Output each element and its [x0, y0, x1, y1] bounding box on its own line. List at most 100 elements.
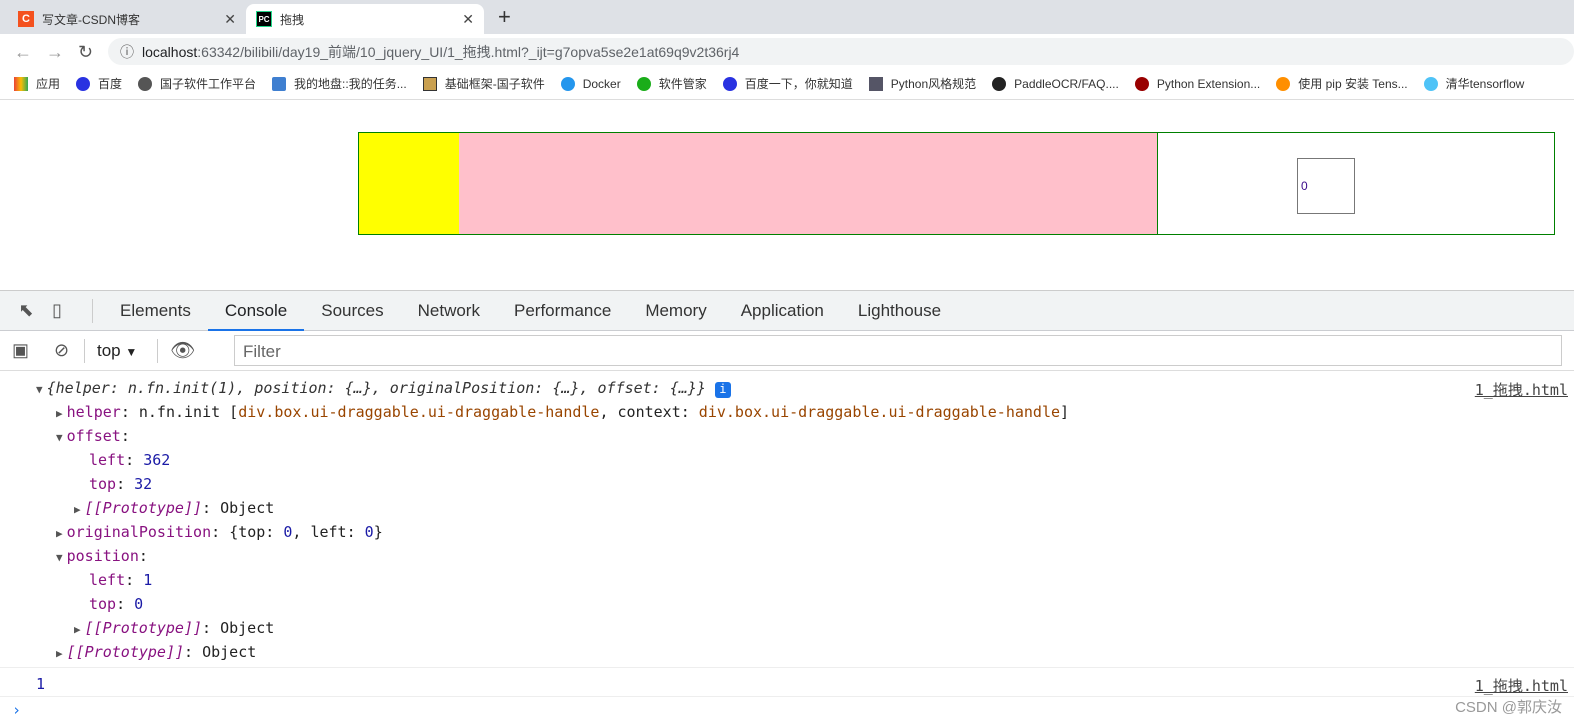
close-icon[interactable]: ✕	[462, 11, 474, 28]
offset-property[interactable]: ▼ offset:	[56, 427, 130, 445]
device-toolbar-icon[interactable]: ▯	[52, 300, 92, 321]
book-icon	[868, 76, 883, 91]
bookmark-label: PaddleOCR/FAQ....	[1014, 76, 1119, 91]
offset-top: top: 32	[89, 475, 153, 493]
position-left: left: 1	[89, 571, 153, 589]
apps-icon	[14, 76, 28, 91]
selector: div.box.ui-draggable.ui-draggable-handle	[698, 403, 1061, 421]
source-link[interactable]: 1_拖拽.html	[1475, 379, 1568, 400]
tab-elements[interactable]: Elements	[103, 291, 208, 331]
log-number: 1	[36, 675, 46, 693]
counter-box: 0	[1297, 158, 1355, 214]
baidu-icon	[76, 76, 91, 91]
context-label: top	[97, 340, 121, 360]
context-select[interactable]: top ▼	[97, 341, 157, 361]
prototype-property[interactable]: ▶ [[Prototype]]: Object	[56, 643, 256, 661]
tab-title: 拖拽	[280, 12, 305, 27]
tab-csdn[interactable]: C 写文章-CSDN博客 ✕	[8, 4, 246, 34]
tab-memory[interactable]: Memory	[628, 291, 723, 331]
tensorflow-icon	[1276, 76, 1291, 91]
bookmark-label: 使用 pip 安装 Tens...	[1298, 77, 1408, 91]
key: helper	[66, 403, 121, 421]
bookmark-label: 国子软件工作平台	[160, 77, 257, 91]
close-icon[interactable]: ✕	[224, 11, 236, 28]
tab-drag[interactable]: PC 拖拽 ✕	[246, 4, 484, 34]
summary-text: {helper: n.fn.init(1), position: {…}, or…	[46, 379, 706, 397]
bookmark-label: Python Extension...	[1156, 76, 1261, 91]
drag-track	[358, 132, 1158, 235]
value: ]	[1060, 403, 1070, 421]
dropdown-icon: ▼	[125, 344, 138, 359]
value: 362	[143, 451, 171, 469]
value: , context:	[599, 403, 699, 421]
position-top: top: 0	[89, 595, 144, 613]
tab-performance[interactable]: Performance	[497, 291, 628, 331]
filter-input[interactable]: Filter	[234, 335, 1562, 366]
new-tab-button[interactable]: +	[498, 4, 511, 30]
bookmark-label: Python风格规范	[890, 77, 977, 91]
bookmark[interactable]: PaddleOCR/FAQ....	[992, 76, 1119, 91]
prototype-property[interactable]: ▶ [[Prototype]]: Object	[74, 619, 274, 637]
bookmark[interactable]: 国子软件工作平台	[138, 75, 256, 92]
helper-property[interactable]: ▶ helper: n.fn.init [div.box.ui-draggable…	[56, 403, 1069, 421]
pycharm-icon: PC	[256, 11, 272, 27]
value: 0	[134, 595, 144, 613]
bookmark[interactable]: 我的地盘::我的任务...	[272, 75, 407, 92]
address-bar[interactable]: ⓘ localhost:63342/bilibili/day19_前端/10_j…	[108, 38, 1574, 65]
extension-icon	[1134, 76, 1149, 91]
bookmark[interactable]: Docker	[560, 76, 621, 91]
divider	[84, 338, 85, 363]
baidu-icon	[722, 76, 737, 91]
sidebar-toggle-icon[interactable]: ▣	[12, 340, 42, 361]
back-icon[interactable]: ←	[14, 42, 32, 63]
bookmark[interactable]: Python Extension...	[1134, 76, 1261, 91]
bookmark[interactable]: 应用	[14, 75, 60, 92]
original-position-property[interactable]: ▶ originalPosition: {top: 0, left: 0}	[56, 523, 383, 541]
key: [[Prototype]]	[66, 643, 185, 661]
value: Object	[220, 619, 275, 637]
divider	[0, 696, 1574, 697]
log-object-summary[interactable]: ▼ {helper: n.fn.init(1), position: {…}, o…	[36, 379, 731, 398]
reload-icon[interactable]: ↻	[78, 42, 93, 63]
tab-console[interactable]: Console	[207, 291, 305, 331]
bookmark[interactable]: 百度一下，你就知道	[722, 75, 853, 92]
prototype-property[interactable]: ▶ [[Prototype]]: Object	[74, 499, 274, 517]
inspect-icon[interactable]: ⬉	[0, 300, 52, 321]
prompt-icon[interactable]: ›	[12, 701, 21, 719]
value: {top:	[229, 523, 284, 541]
key: [[Prototype]]	[84, 499, 203, 517]
tab-sources[interactable]: Sources	[304, 291, 400, 331]
url-host: localhost	[142, 43, 198, 60]
eye-icon[interactable]: 👁	[170, 338, 195, 363]
source-link[interactable]: 1_拖拽.html	[1475, 675, 1568, 696]
g-icon	[272, 76, 287, 91]
position-property[interactable]: ▼ position:	[56, 547, 148, 565]
value: , left:	[292, 523, 365, 541]
url-path: :63342/bilibili/day19_前端/10_jquery_UI/1_…	[197, 43, 740, 60]
bookmark[interactable]: 百度	[76, 75, 122, 92]
value: n.fn.init [	[138, 403, 239, 421]
bookmark-label: 软件管家	[658, 77, 707, 91]
tab-network[interactable]: Network	[401, 291, 497, 331]
forward-icon[interactable]: →	[46, 42, 64, 63]
bookmarks-bar: 应用 百度 国子软件工作平台 我的地盘::我的任务... 基础框架-国子软件 D…	[0, 68, 1574, 100]
draggable-box[interactable]	[359, 133, 459, 234]
bookmark[interactable]: 基础框架-国子软件	[422, 75, 545, 92]
bookmark[interactable]: Python风格规范	[868, 75, 977, 92]
csdn-icon: C	[18, 11, 34, 27]
tab-title: 写文章-CSDN博客	[42, 12, 140, 27]
wechat-icon	[636, 76, 651, 91]
bookmark[interactable]: 软件管家	[636, 75, 707, 92]
bookmark-label: 应用	[36, 77, 61, 91]
bookmark[interactable]: 使用 pip 安装 Tens...	[1276, 75, 1408, 92]
divider	[0, 667, 1574, 668]
tab-lighthouse[interactable]: Lighthouse	[841, 291, 958, 331]
divider	[157, 338, 158, 363]
info-icon[interactable]: i	[714, 382, 731, 398]
clear-console-icon[interactable]: ⊘	[54, 340, 84, 361]
bookmark[interactable]: 清华tensorflow	[1423, 75, 1524, 92]
filter-placeholder: Filter	[243, 342, 281, 361]
value: 0	[364, 523, 374, 541]
bookmark-label: 百度一下，你就知道	[744, 77, 853, 91]
tab-application[interactable]: Application	[724, 291, 841, 331]
